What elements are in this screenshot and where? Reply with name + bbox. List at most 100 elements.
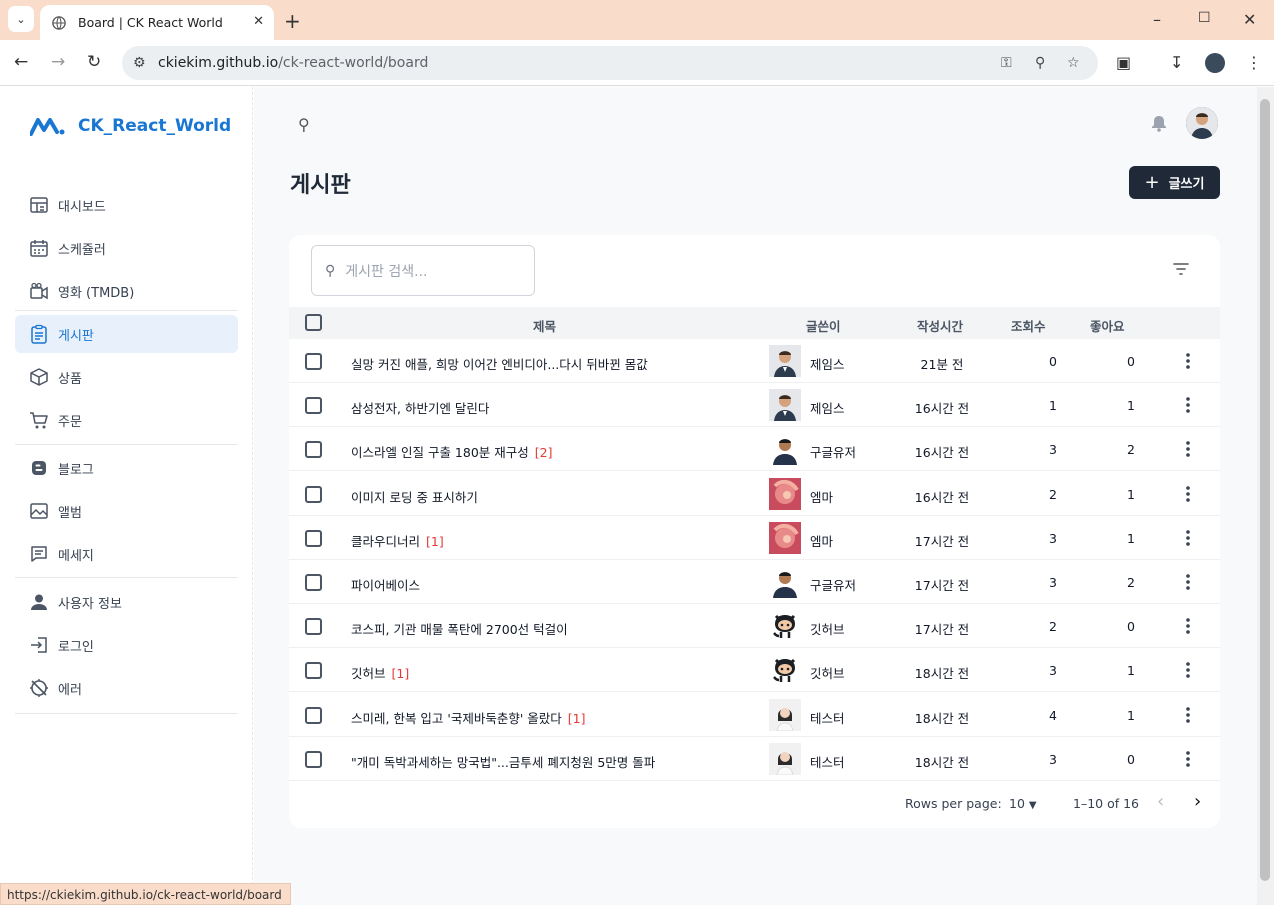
app-logo[interactable]: CK_React_World <box>30 116 231 136</box>
post-title-text: 스미레, 한복 입고 '국제바둑춘향' 올랐다 <box>351 710 562 726</box>
post-title[interactable]: 파이어베이스 <box>351 575 426 594</box>
sidebar-item-box[interactable]: 상품 <box>15 358 238 396</box>
close-tab-icon[interactable]: ✕ <box>253 14 264 29</box>
sidebar-item-clipboard[interactable]: 게시판 <box>15 315 238 353</box>
post-time: 17시간 전 <box>914 578 970 593</box>
row-checkbox[interactable] <box>305 750 322 768</box>
site-info-icon[interactable]: ⚙ <box>133 55 146 71</box>
sidebar-item-message[interactable]: 메세지 <box>15 535 238 573</box>
column-views[interactable]: 조회수 <box>1011 316 1046 335</box>
post-title[interactable]: 이미지 로딩 중 표시하기 <box>351 487 484 506</box>
post-title[interactable]: 깃허브 [1] <box>351 663 409 682</box>
table-row[interactable]: 파이어베이스 구글유저 17시간 전 3 2 <box>289 560 1220 604</box>
table-row[interactable]: 깃허브 [1] 깃허브 18시간 전 3 1 <box>289 648 1220 693</box>
column-title[interactable]: 제목 <box>533 316 556 335</box>
table-row[interactable]: 클라우디너리 [1] 엠마 17시간 전 3 1 <box>289 516 1220 560</box>
post-title[interactable]: 코스피, 기관 매물 폭탄에 2700선 턱걸이 <box>351 619 574 638</box>
comment-count: [1] <box>567 710 586 726</box>
more-vert-icon[interactable] <box>1185 660 1191 680</box>
row-checkbox[interactable] <box>305 662 322 680</box>
comment-count: [1] <box>391 666 410 682</box>
table-row[interactable]: 실망 커진 애플, 희망 이어간 엔비디아...다시 뒤바뀐 몸값 제임스 21분 … <box>289 339 1220 383</box>
write-post-button[interactable]: + 글쓰기 <box>1129 166 1220 199</box>
post-title[interactable]: 스미레, 한복 입고 '국제바둑춘향' 올랐다 [1] <box>351 708 585 727</box>
row-checkbox[interactable] <box>305 397 322 415</box>
row-checkbox[interactable] <box>305 441 322 459</box>
tab-search-button[interactable]: ⌄ <box>8 6 34 32</box>
maximize-icon[interactable]: ☐ <box>1198 10 1211 26</box>
back-arrow-icon[interactable]: ← <box>14 52 28 72</box>
view-count: 0 <box>1049 354 1057 369</box>
download-icon[interactable]: ↧ <box>1170 53 1183 72</box>
more-vert-icon[interactable] <box>1185 705 1191 725</box>
post-title[interactable]: 실망 커진 애플, 희망 이어간 엔비디아...다시 뒤바뀐 몸값 <box>351 354 654 373</box>
sidebar-item-dashboard[interactable]: 대시보드 <box>15 186 238 224</box>
more-vert-icon[interactable] <box>1185 616 1191 636</box>
table-row[interactable]: 삼성전자, 하반기엔 달린다 제임스 16시간 전 1 1 <box>289 383 1220 428</box>
sidebar-item-user[interactable]: 사용자 정보 <box>15 583 238 621</box>
like-count: 0 <box>1127 751 1135 767</box>
menu-dots-icon[interactable]: ⋮ <box>1246 53 1262 72</box>
table-row[interactable]: "개미 독박과세하는 망국법"...금투세 폐지청원 5만명 돌파 테스터 18시간… <box>289 737 1220 781</box>
filter-icon[interactable] <box>1173 263 1189 275</box>
close-window-icon[interactable]: ✕ <box>1243 10 1256 29</box>
row-checkbox[interactable] <box>305 574 322 591</box>
column-author[interactable]: 글쓴이 <box>806 316 841 335</box>
more-vert-icon[interactable] <box>1185 439 1191 459</box>
bell-icon[interactable] <box>1150 114 1168 132</box>
previous-page-icon[interactable]: ‹ <box>1157 791 1164 812</box>
author-name: 엠마 <box>810 533 834 549</box>
more-vert-icon[interactable] <box>1185 395 1191 415</box>
minimize-icon[interactable]: – <box>1153 10 1161 29</box>
sidebar-item-calendar[interactable]: 스케쥴러 <box>15 229 238 267</box>
select-all-checkbox[interactable] <box>305 314 322 331</box>
post-title[interactable]: 삼성전자, 하반기엔 달린다 <box>351 398 495 417</box>
post-title[interactable]: "개미 독박과세하는 망국법"...금투세 폐지청원 5만명 돌파 <box>351 752 661 771</box>
row-checkbox[interactable] <box>305 353 322 370</box>
sidebar-item-error[interactable]: 에러 <box>15 669 238 707</box>
column-likes[interactable]: 좋아요 <box>1090 316 1125 335</box>
user-avatar[interactable] <box>1186 107 1218 139</box>
forward-arrow-icon[interactable]: → <box>51 52 65 72</box>
sidebar-item-image[interactable]: 앨범 <box>15 492 238 530</box>
reload-icon[interactable]: ↻ <box>87 52 101 72</box>
more-vert-icon[interactable] <box>1185 749 1191 769</box>
page-scrollbar[interactable] <box>1257 87 1274 905</box>
sidebar-item-cart[interactable]: 주문 <box>15 401 238 439</box>
more-vert-icon[interactable] <box>1185 572 1191 592</box>
sidebar-item-login[interactable]: 로그인 <box>15 626 238 664</box>
extensions-icon[interactable]: ▣ <box>1116 53 1131 72</box>
author-name: 테스터 <box>810 710 845 726</box>
row-checkbox[interactable] <box>305 485 322 503</box>
star-icon[interactable]: ☆ <box>1067 55 1080 71</box>
author-avatar <box>769 698 801 732</box>
table-row[interactable]: 이스라엘 인질 구출 180분 재구성 [2] 구글유저 16시간 전 3 2 <box>289 427 1220 472</box>
table-row[interactable]: 코스피, 기관 매물 폭탄에 2700선 턱걸이 깃허브 17시간 전 2 0 <box>289 604 1220 649</box>
row-checkbox[interactable] <box>305 706 322 724</box>
more-vert-icon[interactable] <box>1185 484 1191 504</box>
sidebar-item-label: 주문 <box>58 414 82 430</box>
address-bar[interactable]: ⚙ ckiekim.github.io/ck-react-world/board… <box>122 46 1098 80</box>
key-icon[interactable]: ⚿ <box>1001 55 1012 71</box>
browser-toolbar: ← → ↻ ⚙ ckiekim.github.io/ck-react-world… <box>0 40 1274 86</box>
more-vert-icon[interactable] <box>1185 351 1191 371</box>
scrollbar-thumb[interactable] <box>1260 99 1270 881</box>
search-icon[interactable]: ⚲ <box>298 115 310 134</box>
post-title[interactable]: 클라우디너리 [1] <box>351 531 444 550</box>
board-search-input[interactable]: ⚲ 게시판 검색... <box>311 245 535 296</box>
rows-per-page-select[interactable]: 10 ▼ <box>1009 796 1037 811</box>
sidebar-item-video-camera[interactable]: 영화 (TMDB) <box>15 272 238 310</box>
browser-tab[interactable]: Board | CK React World ✕ <box>40 5 274 40</box>
row-checkbox[interactable] <box>305 529 322 547</box>
table-row[interactable]: 이미지 로딩 중 표시하기 엠마 16시간 전 2 1 <box>289 472 1220 516</box>
zoom-icon[interactable]: ⚲ <box>1035 55 1045 71</box>
more-vert-icon[interactable] <box>1185 528 1191 548</box>
new-tab-button[interactable]: + <box>284 9 301 33</box>
profile-avatar[interactable] <box>1205 53 1225 73</box>
row-checkbox[interactable] <box>305 618 322 636</box>
next-page-icon[interactable]: › <box>1194 791 1201 812</box>
sidebar-item-blogger[interactable]: 블로그 <box>15 449 238 487</box>
column-time[interactable]: 작성시간 <box>917 316 963 335</box>
table-row[interactable]: 스미레, 한복 입고 '국제바둑춘향' 올랐다 [1] 테스터 18시간 전 4 1 <box>289 693 1220 737</box>
post-title[interactable]: 이스라엘 인질 구출 180분 재구성 [2] <box>351 442 552 461</box>
